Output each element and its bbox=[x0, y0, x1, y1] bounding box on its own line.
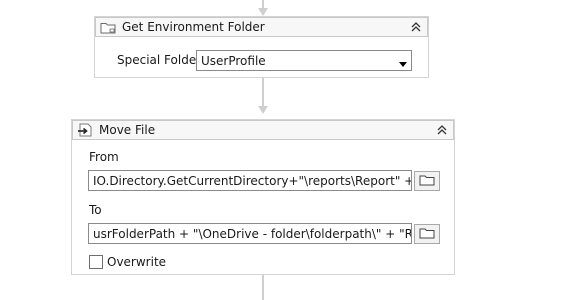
activity-title: Move File bbox=[99, 123, 156, 137]
move-file-activity[interactable]: Move File From IO.Directory.GetCurrentDi… bbox=[71, 119, 455, 275]
get-environment-folder-activity[interactable]: Get Environment Folder Special Folder Us… bbox=[94, 16, 429, 78]
dropdown-arrow-icon bbox=[399, 57, 407, 71]
special-folder-value: UserProfile bbox=[201, 53, 266, 68]
connector-top-arrow bbox=[258, 8, 268, 16]
activity-header[interactable]: Get Environment Folder bbox=[95, 17, 428, 37]
to-value: usrFolderPath + "\OneDrive - folder\fold… bbox=[93, 226, 412, 241]
connector-bottom bbox=[262, 275, 264, 300]
folder-icon bbox=[419, 227, 435, 242]
activity-header[interactable]: Move File bbox=[72, 120, 454, 140]
folder-icon bbox=[99, 20, 117, 34]
collapse-chevron-icon[interactable] bbox=[435, 123, 449, 137]
activity-title: Get Environment Folder bbox=[122, 20, 265, 34]
special-folder-label: Special Folder bbox=[117, 53, 202, 67]
overwrite-checkbox[interactable] bbox=[89, 255, 103, 269]
to-input[interactable]: usrFolderPath + "\OneDrive - folder\fold… bbox=[88, 223, 412, 244]
overwrite-label[interactable]: Overwrite bbox=[107, 255, 166, 269]
connector-middle-arrow bbox=[258, 106, 268, 114]
from-label: From bbox=[89, 150, 119, 164]
move-file-icon bbox=[76, 123, 94, 137]
connector-middle bbox=[262, 78, 264, 108]
from-browse-button[interactable] bbox=[414, 171, 440, 191]
from-input[interactable]: IO.Directory.GetCurrentDirectory+"\repor… bbox=[88, 170, 412, 191]
collapse-chevron-icon[interactable] bbox=[409, 20, 423, 34]
special-folder-dropdown[interactable]: UserProfile bbox=[196, 50, 412, 71]
to-browse-button[interactable] bbox=[414, 224, 440, 244]
to-label: To bbox=[89, 203, 102, 217]
from-value: IO.Directory.GetCurrentDirectory+"\repor… bbox=[93, 173, 411, 188]
folder-icon bbox=[419, 174, 435, 189]
